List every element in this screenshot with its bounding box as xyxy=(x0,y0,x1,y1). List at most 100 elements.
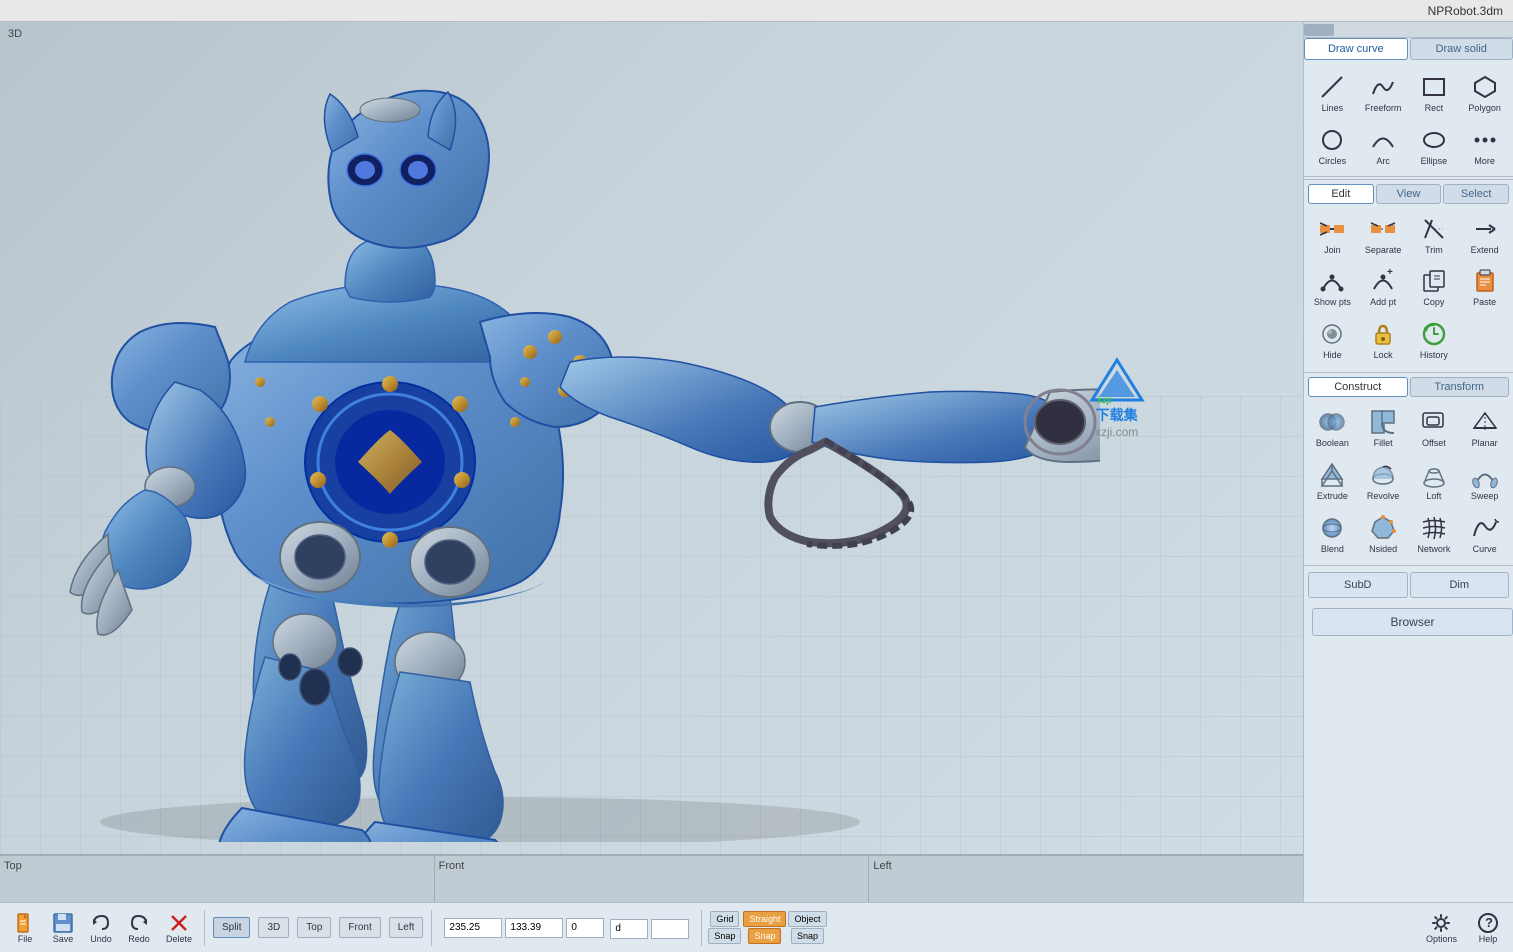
viewport-top-label: Top xyxy=(4,860,22,872)
tab-draw-curve[interactable]: Draw curve xyxy=(1304,38,1408,60)
undo-icon xyxy=(90,912,112,934)
tool-extrude[interactable]: Extrude xyxy=(1308,456,1357,507)
bottom-btn-row: SubD Dim xyxy=(1304,568,1513,602)
tab-draw-solid[interactable]: Draw solid xyxy=(1410,38,1513,60)
tool-show-pts[interactable]: Show pts xyxy=(1308,262,1357,313)
tool-loft[interactable]: Loft xyxy=(1410,456,1459,507)
tool-planar[interactable]: Planar xyxy=(1460,403,1509,454)
svg-text:xzji: xzji xyxy=(1097,395,1112,405)
btn-straight-snap[interactable]: Straight xyxy=(743,911,786,927)
tool-hide[interactable]: Hide xyxy=(1308,315,1357,366)
boolean-icon xyxy=(1318,408,1346,436)
edit-section: Edit View Select xyxy=(1304,182,1513,370)
options-label: Options xyxy=(1426,934,1457,944)
btn-view-top[interactable]: Top xyxy=(297,917,331,938)
watermark-logo-svg: xzji xyxy=(1087,355,1147,405)
panel-scrollbar[interactable] xyxy=(1304,22,1513,38)
edit-tab-row: Edit View Select xyxy=(1304,182,1513,206)
btn-file[interactable]: File xyxy=(8,908,42,948)
tool-lock[interactable]: Lock xyxy=(1359,315,1408,366)
right-panel: Draw curve Draw solid Lines Freeform xyxy=(1303,22,1513,902)
tool-add-pt[interactable]: + Add pt xyxy=(1359,262,1408,313)
btn-help[interactable]: ? Help xyxy=(1471,908,1505,948)
tool-more-draw[interactable]: More xyxy=(1460,121,1509,172)
btn-dim[interactable]: Dim xyxy=(1410,572,1510,598)
trim-icon xyxy=(1420,215,1448,243)
tool-more-draw-label: More xyxy=(1474,156,1495,167)
tool-network-label: Network xyxy=(1417,544,1450,555)
tool-sweep[interactable]: Sweep xyxy=(1460,456,1509,507)
draw-tab-row: Draw curve Draw solid xyxy=(1304,38,1513,60)
tool-join-label: Join xyxy=(1324,245,1341,256)
viewport-container[interactable]: 3D xyxy=(0,22,1303,902)
btn-grid-snap2[interactable]: Snap xyxy=(708,928,741,944)
tab-select[interactable]: Select xyxy=(1443,184,1509,204)
gear-icon xyxy=(1430,912,1452,934)
btn-split[interactable]: Split xyxy=(213,917,250,938)
tool-paste[interactable]: Paste xyxy=(1460,262,1509,313)
scrollbar-thumb[interactable] xyxy=(1304,24,1334,36)
help-section: Options ? Help xyxy=(1420,908,1505,948)
tool-network[interactable]: Network xyxy=(1410,509,1459,560)
tool-show-pts-label: Show pts xyxy=(1314,297,1351,308)
help-label: Help xyxy=(1479,934,1498,944)
btn-object-snap2[interactable]: Snap xyxy=(791,928,824,944)
tool-copy-label: Copy xyxy=(1423,297,1444,308)
file-label: File xyxy=(18,934,33,944)
tool-extend[interactable]: Extend xyxy=(1460,210,1509,261)
tool-nsided[interactable]: Nsided xyxy=(1359,509,1408,560)
btn-options[interactable]: Options xyxy=(1420,908,1463,948)
tool-boolean[interactable]: Boolean xyxy=(1308,403,1357,454)
tool-arc[interactable]: Arc xyxy=(1359,121,1408,172)
tab-transform[interactable]: Transform xyxy=(1410,377,1510,397)
divider-3 xyxy=(1304,565,1513,566)
btn-redo[interactable]: Redo xyxy=(122,908,156,948)
viewport-left-panel[interactable]: Left xyxy=(869,856,1303,902)
tool-polygon[interactable]: Polygon xyxy=(1460,68,1509,119)
coord-d-input[interactable] xyxy=(610,919,648,939)
robot-model xyxy=(0,22,1100,842)
btn-object-snap[interactable]: Object xyxy=(788,911,826,927)
construct-section: Construct Transform xyxy=(1304,375,1513,563)
btn-grid-snap[interactable]: Grid xyxy=(710,911,739,927)
tool-revolve[interactable]: Revolve xyxy=(1359,456,1408,507)
tool-history[interactable]: History xyxy=(1410,315,1459,366)
btn-undo[interactable]: Undo xyxy=(84,908,118,948)
tool-circles[interactable]: Circles xyxy=(1308,121,1357,172)
tool-freeform[interactable]: Freeform xyxy=(1359,68,1408,119)
tool-fillet-label: Fillet xyxy=(1374,438,1393,449)
btn-subd[interactable]: SubD xyxy=(1308,572,1408,598)
coord-a-input[interactable] xyxy=(651,919,689,939)
coord-z-input[interactable] xyxy=(566,918,604,938)
tab-view[interactable]: View xyxy=(1376,184,1442,204)
btn-browser[interactable]: Browser xyxy=(1312,608,1513,636)
separator-3 xyxy=(701,910,702,946)
btn-view-front[interactable]: Front xyxy=(339,917,380,938)
btn-save[interactable]: Save xyxy=(46,908,80,948)
tool-separate[interactable]: Separate xyxy=(1359,210,1408,261)
tool-rect[interactable]: Rect xyxy=(1410,68,1459,119)
tab-construct[interactable]: Construct xyxy=(1308,377,1408,397)
viewport-front-panel[interactable]: Front xyxy=(435,856,870,902)
btn-view-3d[interactable]: 3D xyxy=(258,917,289,938)
tool-lines[interactable]: Lines xyxy=(1308,68,1357,119)
btn-delete[interactable]: Delete xyxy=(160,908,198,948)
tool-trim[interactable]: Trim xyxy=(1410,210,1459,261)
coord-y-input[interactable] xyxy=(505,918,563,938)
btn-straight-snap2[interactable]: Snap xyxy=(748,928,781,944)
titlebar: NPRobot.3dm xyxy=(0,0,1513,22)
coord-x-input[interactable] xyxy=(444,918,502,938)
btn-view-left[interactable]: Left xyxy=(389,917,424,938)
tool-fillet[interactable]: Fillet xyxy=(1359,403,1408,454)
tool-join[interactable]: Join xyxy=(1308,210,1357,261)
tool-blend[interactable]: Blend xyxy=(1308,509,1357,560)
tool-curve[interactable]: Curve xyxy=(1460,509,1509,560)
viewport-canvas[interactable]: xzji 下载集 xzji.com xyxy=(0,22,1303,854)
tool-rect-label: Rect xyxy=(1425,103,1444,114)
tool-ellipse[interactable]: Ellipse xyxy=(1410,121,1459,172)
tool-offset[interactable]: Offset xyxy=(1410,403,1459,454)
viewport-top-panel[interactable]: Top xyxy=(0,856,435,902)
construct-tab-row: Construct Transform xyxy=(1304,375,1513,399)
tab-edit[interactable]: Edit xyxy=(1308,184,1374,204)
tool-copy[interactable]: Copy xyxy=(1410,262,1459,313)
